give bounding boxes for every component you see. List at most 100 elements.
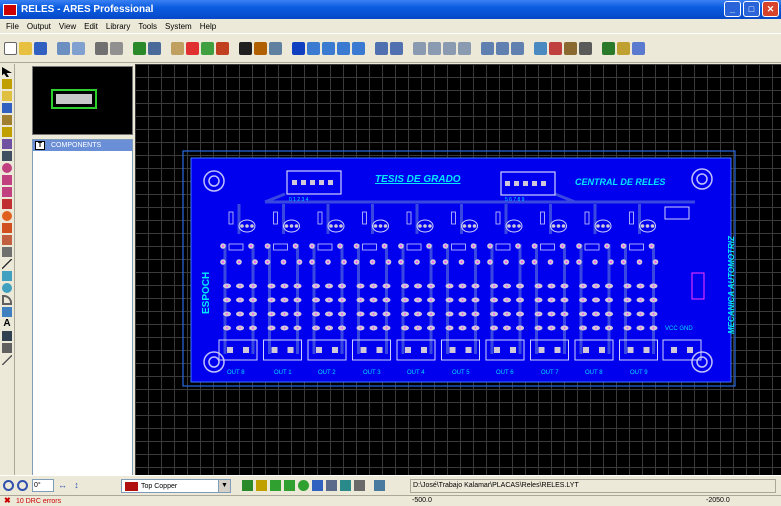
ratsnest-filter-icon[interactable]: [340, 480, 351, 491]
ratsnest-mode-icon[interactable]: [2, 139, 12, 149]
edge-pad-icon[interactable]: [2, 199, 12, 209]
schematic-icon[interactable]: [148, 41, 161, 55]
property-assign-icon[interactable]: [579, 41, 592, 55]
metric-icon[interactable]: [239, 41, 252, 55]
autoplacer-icon[interactable]: [534, 41, 547, 55]
route-icon[interactable]: [374, 480, 385, 491]
open-folder-icon[interactable]: [19, 41, 32, 55]
menu-system[interactable]: System: [161, 22, 196, 31]
square-pad-icon[interactable]: [2, 175, 12, 185]
dimension-icon[interactable]: [2, 355, 12, 365]
circle-icon[interactable]: [2, 283, 12, 293]
zoom-out-icon[interactable]: [322, 41, 335, 55]
close-button[interactable]: ✕: [762, 1, 779, 17]
drill: [493, 299, 495, 301]
rotation-angle-field[interactable]: 0°: [32, 479, 54, 492]
arc-icon[interactable]: [2, 295, 12, 305]
package-mode-icon[interactable]: [2, 91, 12, 101]
path-icon[interactable]: [2, 307, 12, 317]
make-package-icon[interactable]: [496, 41, 509, 55]
redo-icon[interactable]: [390, 41, 403, 55]
drill: [448, 327, 451, 329]
mirror-horizontal-icon[interactable]: ↔: [57, 480, 68, 491]
import-icon[interactable]: [57, 41, 70, 55]
pick-parts-icon[interactable]: [481, 41, 494, 55]
false-origin-icon[interactable]: [269, 41, 282, 55]
drill: [315, 313, 317, 315]
labels-filter-icon[interactable]: [326, 480, 337, 491]
connector-left-label: 0 1 2 3 4: [289, 197, 309, 203]
drill: [582, 285, 584, 287]
minimize-button[interactable]: _: [724, 1, 741, 17]
transistor-pad: [423, 224, 427, 228]
tracks-filter-icon[interactable]: [242, 480, 253, 491]
maximize-button[interactable]: □: [743, 1, 760, 17]
overview-window[interactable]: [32, 66, 133, 135]
print-icon[interactable]: [95, 41, 108, 55]
netlist-browse-icon[interactable]: [602, 41, 615, 55]
origin-icon[interactable]: [254, 41, 267, 55]
menu-view[interactable]: View: [55, 22, 80, 31]
marker-icon[interactable]: [2, 343, 12, 353]
connectivity-highlight-icon[interactable]: [2, 151, 12, 161]
line-icon[interactable]: [2, 259, 12, 269]
zone-mode-icon[interactable]: [2, 127, 12, 137]
export-icon[interactable]: [72, 41, 85, 55]
drc-status[interactable]: 10 DRC errors: [16, 498, 61, 505]
decompose-icon[interactable]: [511, 41, 524, 55]
chevron-down-icon[interactable]: ▼: [218, 480, 230, 492]
menu-tools[interactable]: Tools: [134, 22, 161, 31]
menu-help[interactable]: Help: [196, 22, 220, 31]
padstack-icon[interactable]: [2, 247, 12, 257]
via-mode-icon[interactable]: [2, 115, 12, 125]
zoom-area-icon[interactable]: [352, 41, 365, 55]
menu-output[interactable]: Output: [23, 22, 55, 31]
block-delete-icon[interactable]: [458, 41, 471, 55]
zones-filter-icon[interactable]: [298, 480, 309, 491]
block-move-icon[interactable]: [428, 41, 441, 55]
save-icon[interactable]: [34, 41, 47, 55]
layer-selector[interactable]: Top Copper ▼: [121, 479, 231, 493]
box-icon[interactable]: [2, 271, 12, 281]
track-mode-icon[interactable]: [2, 103, 12, 113]
component-mode-icon[interactable]: [2, 79, 12, 89]
zoom-all-icon[interactable]: [337, 41, 350, 55]
undo-icon[interactable]: [375, 41, 388, 55]
layers-icon[interactable]: [171, 41, 184, 55]
smt-pad-icon[interactable]: [2, 223, 12, 233]
circle-pad-icon[interactable]: [2, 211, 12, 221]
components-filter-icon[interactable]: [270, 480, 281, 491]
force-vectors-filter-icon[interactable]: [354, 480, 365, 491]
3d-view-icon[interactable]: [632, 41, 645, 55]
dil-pad-icon[interactable]: [2, 187, 12, 197]
refresh-icon[interactable]: [216, 41, 229, 55]
block-copy-icon[interactable]: [413, 41, 426, 55]
selector-toggle-button[interactable]: T: [35, 141, 45, 150]
round-pad-icon[interactable]: [2, 163, 12, 173]
polygon-pad-icon[interactable]: [2, 235, 12, 245]
mirror-vertical-icon[interactable]: ↕: [71, 480, 82, 491]
netlist-icon[interactable]: [133, 41, 146, 55]
rotate-ccw-icon[interactable]: [3, 480, 14, 491]
pads-filter-icon[interactable]: [284, 480, 295, 491]
print-area-icon[interactable]: [110, 41, 123, 55]
editing-canvas[interactable]: 0 1 2 3 4 5 6 7 8 9 TESIS DE GRADO CENTR…: [135, 64, 781, 475]
graphics-filter-icon[interactable]: [312, 480, 323, 491]
menu-library[interactable]: Library: [102, 22, 134, 31]
grid-icon[interactable]: [201, 41, 214, 55]
block-rotate-icon[interactable]: [443, 41, 456, 55]
symbol-icon[interactable]: [2, 331, 12, 341]
vias-filter-icon[interactable]: [256, 480, 267, 491]
design-rules-icon[interactable]: [617, 41, 630, 55]
menu-edit[interactable]: Edit: [80, 22, 102, 31]
autorouter-icon[interactable]: [549, 41, 562, 55]
ratsnest-icon[interactable]: [186, 41, 199, 55]
pan-icon[interactable]: [292, 41, 305, 55]
selection-mode-icon[interactable]: [2, 67, 12, 77]
text-icon[interactable]: A: [2, 319, 12, 329]
menu-file[interactable]: File: [2, 22, 23, 31]
new-file-icon[interactable]: [4, 41, 17, 55]
rotate-cw-icon[interactable]: [17, 480, 28, 491]
search-tag-icon[interactable]: [564, 41, 577, 55]
zoom-in-icon[interactable]: [307, 41, 320, 55]
